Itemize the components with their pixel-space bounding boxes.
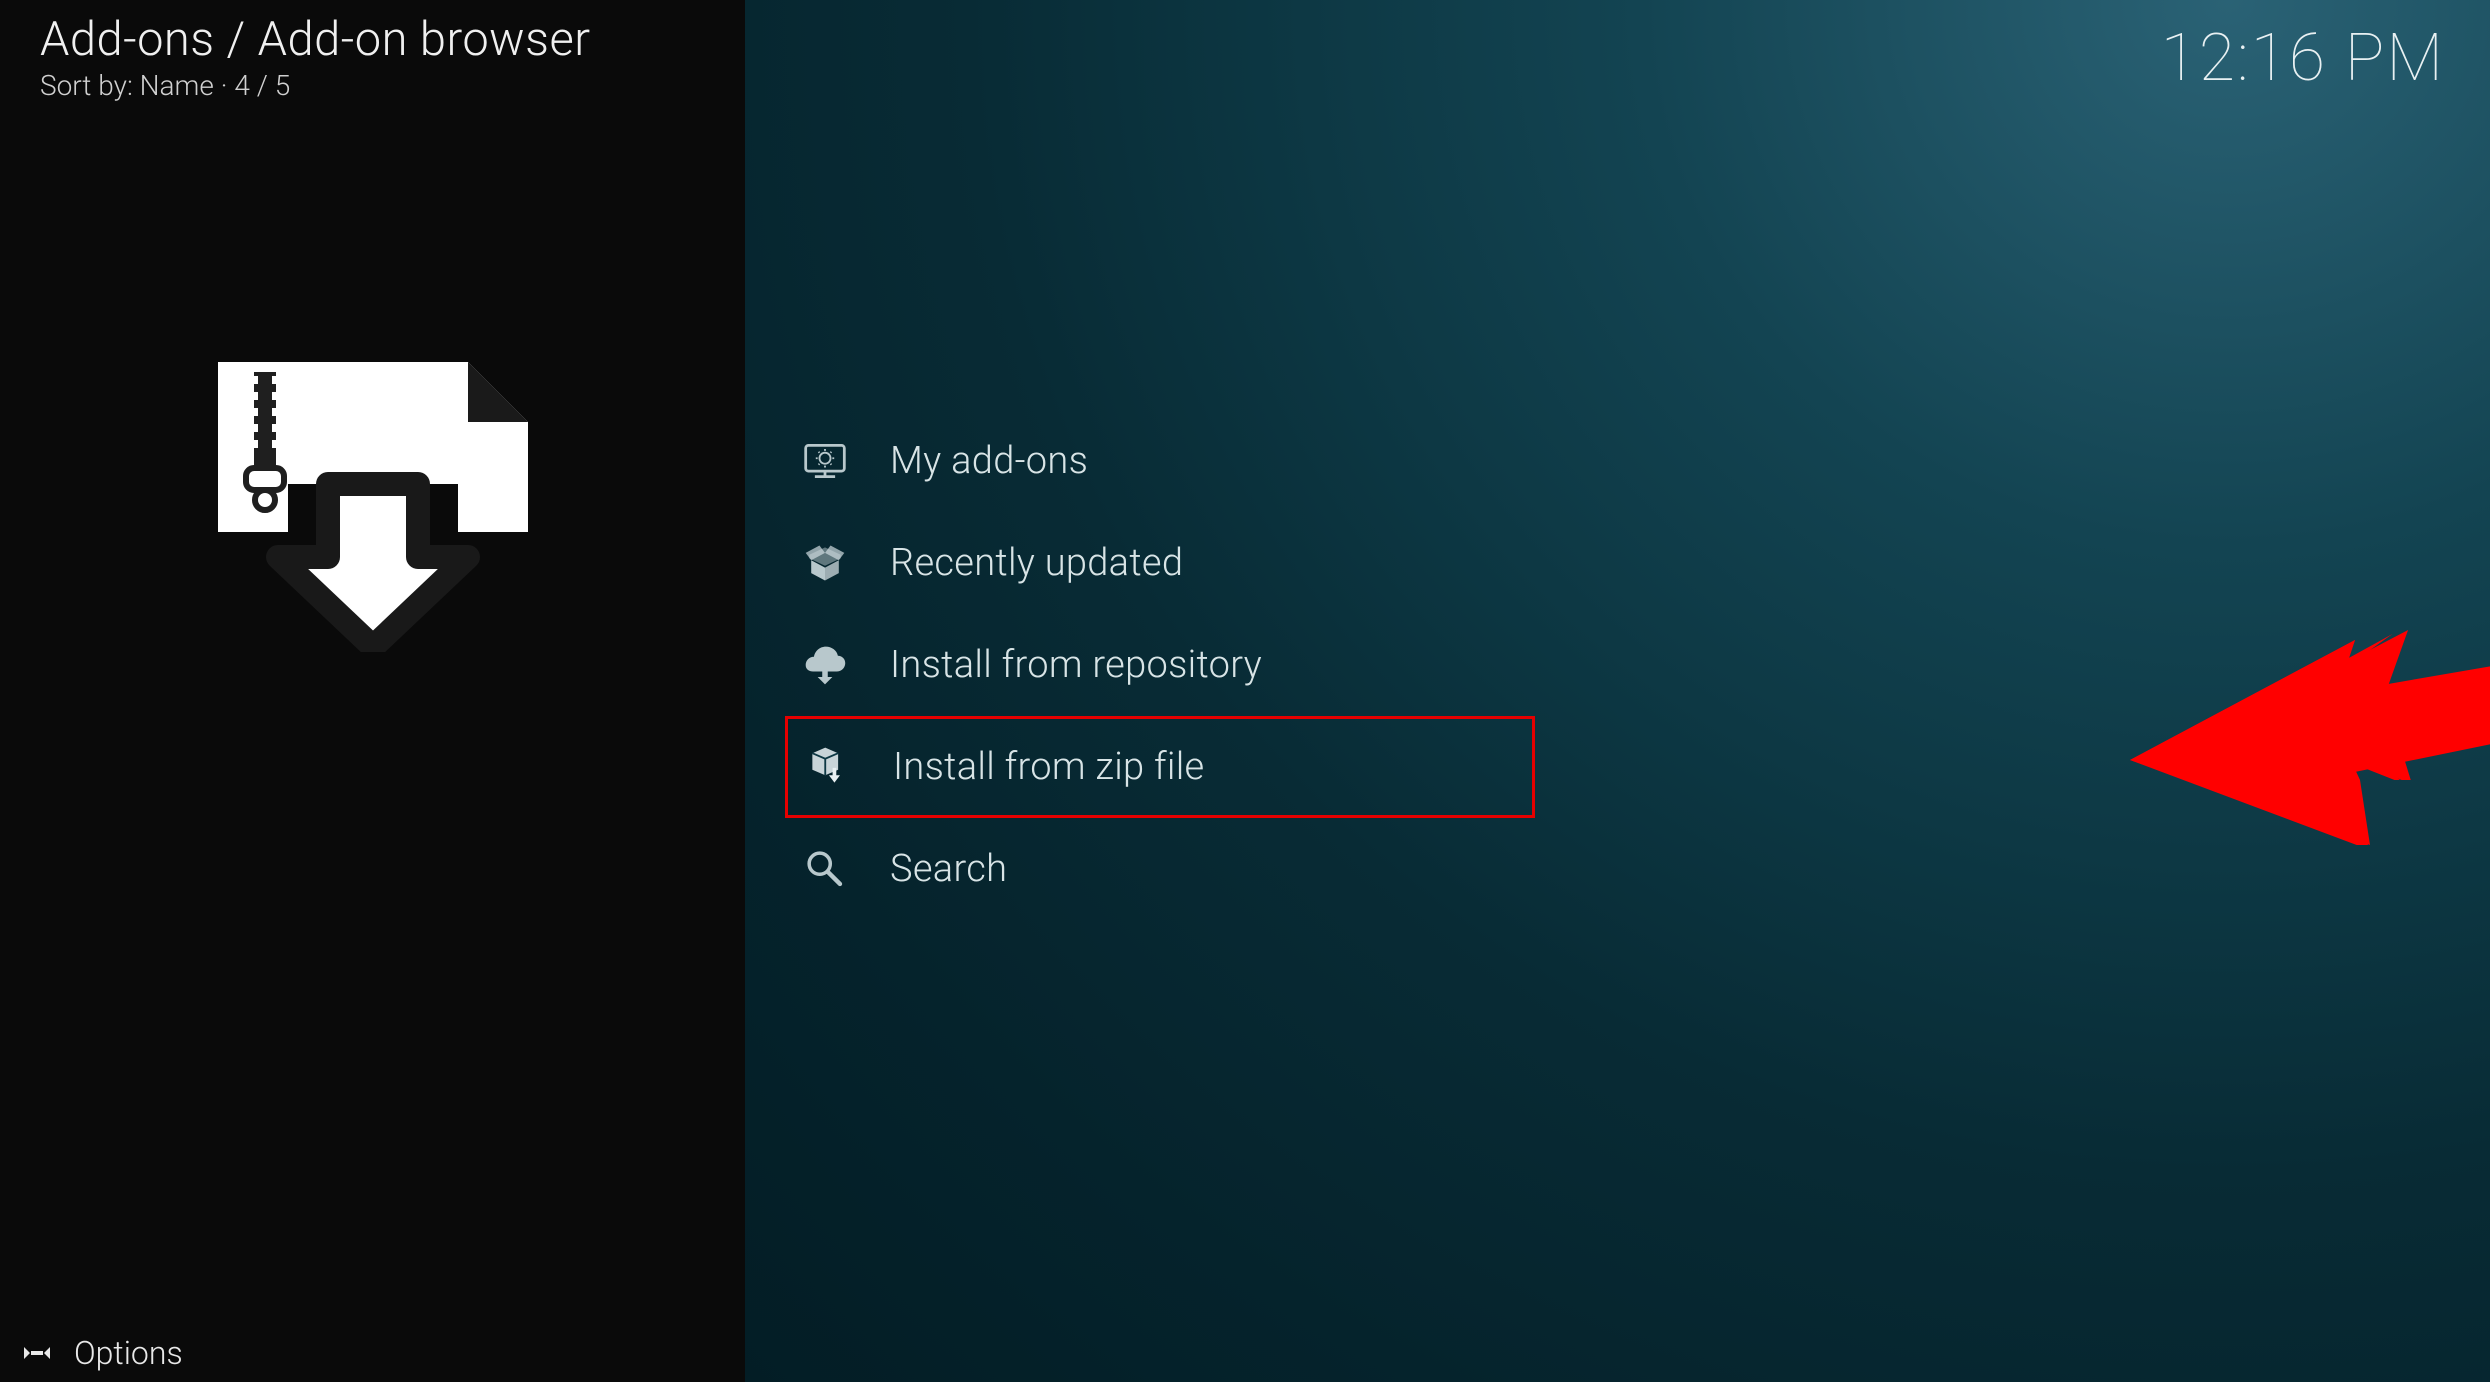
sort-prefix: Sort by: <box>40 69 140 102</box>
options-icon <box>22 1338 52 1368</box>
menu-item-install-repository[interactable]: Install from repository <box>785 614 1535 716</box>
menu-item-search[interactable]: Search <box>785 818 1535 920</box>
sort-info: Sort by: Name · 4 / 5 <box>40 69 705 102</box>
menu-label: Recently updated <box>890 541 1183 585</box>
cloud-download-icon <box>800 640 850 690</box>
sidebar: Add-ons / Add-on browser Sort by: Name ·… <box>0 0 745 1382</box>
menu-item-recently-updated[interactable]: Recently updated <box>785 512 1535 614</box>
box-zip-icon <box>803 742 853 792</box>
sidebar-header: Add-ons / Add-on browser Sort by: Name ·… <box>0 0 745 102</box>
options-label: Options <box>74 1334 183 1372</box>
menu-item-install-zip[interactable]: Install from zip file <box>785 716 1535 818</box>
sidebar-artwork <box>0 352 745 652</box>
main-area: 12:16 PM My add-ons <box>745 0 2490 1382</box>
menu-label: Install from repository <box>890 643 1262 687</box>
options-button[interactable]: Options <box>22 1334 183 1372</box>
open-box-icon <box>800 538 850 588</box>
item-count: 4 / 5 <box>234 69 290 102</box>
monitor-addons-icon <box>800 436 850 486</box>
menu-label: Install from zip file <box>893 745 1205 789</box>
sort-value: Name <box>140 69 214 102</box>
clock: 12:16 PM <box>2161 20 2445 97</box>
menu-label: My add-ons <box>890 439 1088 483</box>
menu-list: My add-ons Recently updated <box>785 410 2490 920</box>
search-icon <box>800 844 850 894</box>
menu-item-my-addons[interactable]: My add-ons <box>785 410 1535 512</box>
menu-label: Search <box>890 847 1007 891</box>
breadcrumb: Add-ons / Add-on browser <box>40 12 705 67</box>
sort-sep: · <box>214 69 235 102</box>
zip-download-icon <box>208 352 538 652</box>
